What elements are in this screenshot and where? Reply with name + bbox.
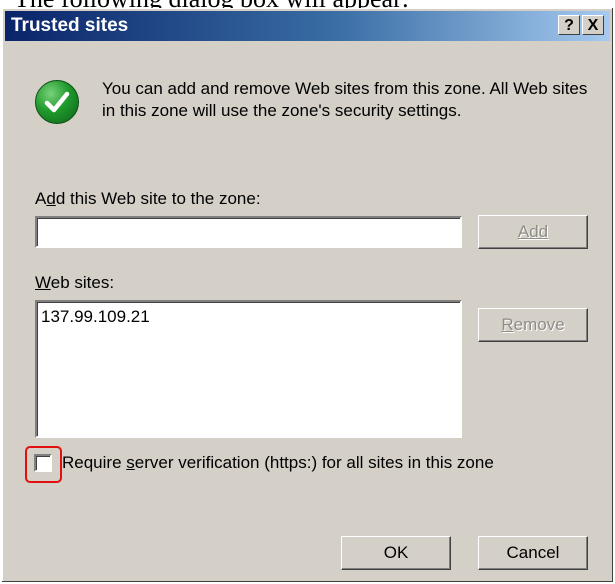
help-button[interactable]: ?: [558, 15, 580, 35]
cancel-button[interactable]: Cancel: [478, 536, 588, 570]
dialog-title: Trusted sites: [11, 15, 129, 36]
require-verification-label[interactable]: Require server verification (https:) for…: [62, 452, 494, 474]
title-bar[interactable]: Trusted sites ? X: [5, 11, 610, 41]
green-checkmark-icon: [35, 80, 79, 124]
ok-button[interactable]: OK: [341, 536, 451, 570]
trusted-sites-dialog: Trusted sites ? X You can add and remove…: [2, 8, 613, 582]
add-button-label: Add: [517, 222, 549, 241]
websites-label: Web sites:: [35, 273, 115, 292]
list-item[interactable]: 137.99.109.21: [41, 306, 150, 328]
add-button[interactable]: Add: [478, 215, 588, 249]
add-site-label: Add this Web site to the zone:: [35, 189, 261, 208]
highlight-annotation: [25, 446, 62, 483]
add-site-input[interactable]: [35, 216, 462, 248]
remove-button[interactable]: Remove: [478, 308, 588, 342]
intro-text: You can add and remove Web sites from th…: [102, 79, 588, 120]
websites-listbox[interactable]: 137.99.109.21: [35, 300, 462, 438]
close-button[interactable]: X: [582, 15, 604, 35]
